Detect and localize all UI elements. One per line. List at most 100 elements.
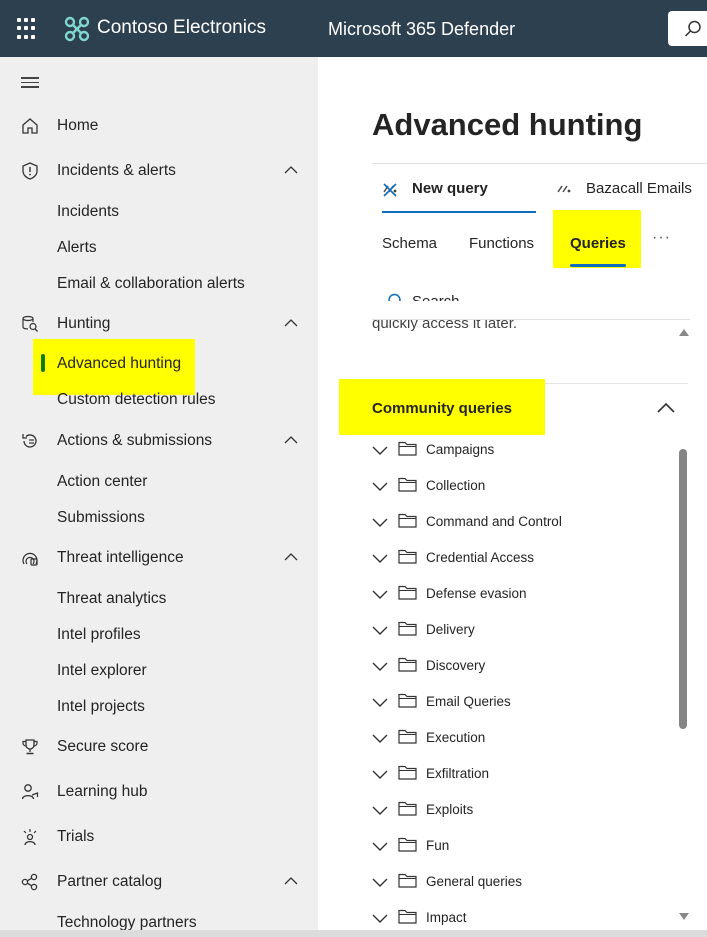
scroll-thumb[interactable] — [679, 449, 687, 729]
nav-item-home[interactable]: Home — [0, 109, 318, 143]
chevron-up-icon[interactable] — [656, 402, 676, 414]
nav-label-secure-score: Secure score — [57, 738, 149, 755]
nav-item-trials[interactable]: Trials — [0, 820, 318, 854]
folder-icon — [398, 549, 417, 564]
app-launcher-icon[interactable] — [17, 18, 39, 40]
collapse-nav-icon[interactable] — [21, 77, 39, 91]
nav-label-partner-catalog: Partner catalog — [57, 873, 163, 890]
folder-label: Execution — [426, 730, 486, 745]
folder-row[interactable]: Delivery — [372, 613, 678, 649]
trials-icon — [23, 829, 37, 846]
global-search-button[interactable] — [668, 11, 707, 46]
chevron-down-icon[interactable] — [372, 517, 388, 527]
folder-row[interactable]: Credential Access — [372, 541, 678, 577]
nav-sub-alerts[interactable]: Alerts — [0, 232, 318, 264]
folder-row[interactable]: Collection — [372, 469, 678, 505]
shield-icon — [22, 162, 38, 180]
nav-label-learning-hub: Learning hub — [57, 783, 148, 800]
folder-icon — [398, 729, 417, 744]
folder-row[interactable]: General queries — [372, 865, 678, 901]
folder-label: Defense evasion — [426, 586, 527, 601]
more-options-icon[interactable]: ··· — [652, 229, 671, 247]
folder-row[interactable]: Exploits — [372, 793, 678, 829]
tab-functions[interactable]: Functions — [469, 235, 534, 252]
folder-row[interactable]: Campaigns — [372, 433, 678, 469]
chevron-up-icon[interactable] — [284, 166, 298, 174]
nav-item-incidents-alerts[interactable]: Incidents & alerts — [0, 154, 318, 188]
chevron-down-icon[interactable] — [372, 553, 388, 563]
nav-sub-submissions[interactable]: Submissions — [0, 502, 318, 534]
nav-sub-label: Intel explorer — [57, 662, 147, 679]
chevron-down-icon[interactable] — [372, 445, 388, 455]
chevron-up-icon[interactable] — [284, 319, 298, 327]
nav-sub-custom-detection-rules[interactable]: Custom detection rules — [0, 384, 318, 416]
product-name[interactable]: Microsoft 365 Defender — [328, 19, 515, 40]
trophy-icon — [22, 739, 38, 755]
nav-sub-action-center[interactable]: Action center — [0, 466, 318, 498]
nav-sub-intel-projects[interactable]: Intel projects — [0, 691, 318, 723]
chevron-down-icon[interactable] — [372, 877, 388, 887]
hunting-icon — [22, 315, 38, 332]
chevron-up-icon[interactable] — [284, 877, 298, 885]
community-queries-header[interactable]: Community queries — [372, 400, 512, 417]
nav-sub-incidents[interactable]: Incidents — [0, 196, 318, 228]
home-icon — [22, 118, 38, 134]
nav-sub-label: Intel projects — [57, 698, 145, 715]
nav-label-home: Home — [57, 117, 99, 134]
nav-label-hunting: Hunting — [57, 315, 111, 332]
close-icon[interactable] — [382, 182, 398, 198]
folder-row[interactable]: Discovery — [372, 649, 678, 685]
folder-row[interactable]: Email Queries — [372, 685, 678, 721]
folder-row[interactable]: Fun — [372, 829, 678, 865]
tab-queries[interactable]: Queries — [570, 235, 626, 252]
nav-item-secure-score[interactable]: Secure score — [0, 730, 318, 764]
chevron-down-icon[interactable] — [372, 769, 388, 779]
search-icon — [684, 20, 701, 37]
scroll-down-icon[interactable] — [679, 913, 689, 920]
chevron-down-icon[interactable] — [372, 661, 388, 671]
query-tab-row: New query Bazacall Emails — [372, 163, 707, 215]
nav-sub-intel-profiles[interactable]: Intel profiles — [0, 619, 318, 651]
nav-sub-advanced-hunting[interactable]: Advanced hunting — [0, 348, 318, 380]
folder-row[interactable]: Command and Control — [372, 505, 678, 541]
nav-item-learning-hub[interactable]: Learning hub — [0, 775, 318, 809]
chevron-down-icon[interactable] — [372, 697, 388, 707]
scrollbar[interactable] — [676, 327, 690, 927]
chevron-down-icon[interactable] — [372, 589, 388, 599]
nav-sub-email-collab-alerts[interactable]: Email & collaboration alerts — [0, 268, 318, 300]
nav-sub-threat-analytics[interactable]: Threat analytics — [0, 583, 318, 615]
folder-label: Collection — [426, 478, 486, 493]
chevron-up-icon[interactable] — [284, 436, 298, 444]
tab-schema[interactable]: Schema — [382, 235, 437, 252]
chevron-down-icon[interactable] — [372, 625, 388, 635]
folder-icon — [398, 513, 417, 528]
folder-icon — [398, 693, 417, 708]
folder-label: Exfiltration — [426, 766, 490, 781]
bottom-strip — [0, 930, 707, 937]
active-tab-underline — [382, 211, 536, 213]
folder-row[interactable]: Exfiltration — [372, 757, 678, 793]
folder-icon — [398, 837, 417, 852]
nav-item-partner-catalog[interactable]: Partner catalog — [0, 865, 318, 899]
folder-icon — [398, 477, 417, 492]
chevron-down-icon[interactable] — [372, 481, 388, 491]
folder-row[interactable]: Execution — [372, 721, 678, 757]
folder-label: Impact — [426, 910, 467, 925]
chevron-down-icon[interactable] — [372, 733, 388, 743]
clip-mask — [372, 301, 690, 319]
nav-item-threat-intelligence[interactable]: Threat intelligence — [0, 541, 318, 575]
folder-label: Delivery — [426, 622, 475, 637]
folder-row[interactable]: Defense evasion — [372, 577, 678, 613]
nav-sub-intel-explorer[interactable]: Intel explorer — [0, 655, 318, 687]
scroll-up-icon[interactable] — [679, 329, 689, 336]
nav-sub-label: Custom detection rules — [57, 391, 216, 408]
org-name[interactable]: Contoso Electronics — [97, 17, 266, 39]
chevron-down-icon[interactable] — [372, 841, 388, 851]
chevron-down-icon[interactable] — [372, 913, 388, 923]
nav-item-hunting[interactable]: Hunting — [0, 307, 318, 341]
chevron-up-icon[interactable] — [284, 553, 298, 561]
top-bar: Contoso Electronics Microsoft 365 Defend… — [0, 0, 707, 57]
nav-item-actions-submissions[interactable]: Actions & submissions — [0, 424, 318, 458]
nav-sub-label: Email & collaboration alerts — [57, 275, 245, 292]
chevron-down-icon[interactable] — [372, 805, 388, 815]
